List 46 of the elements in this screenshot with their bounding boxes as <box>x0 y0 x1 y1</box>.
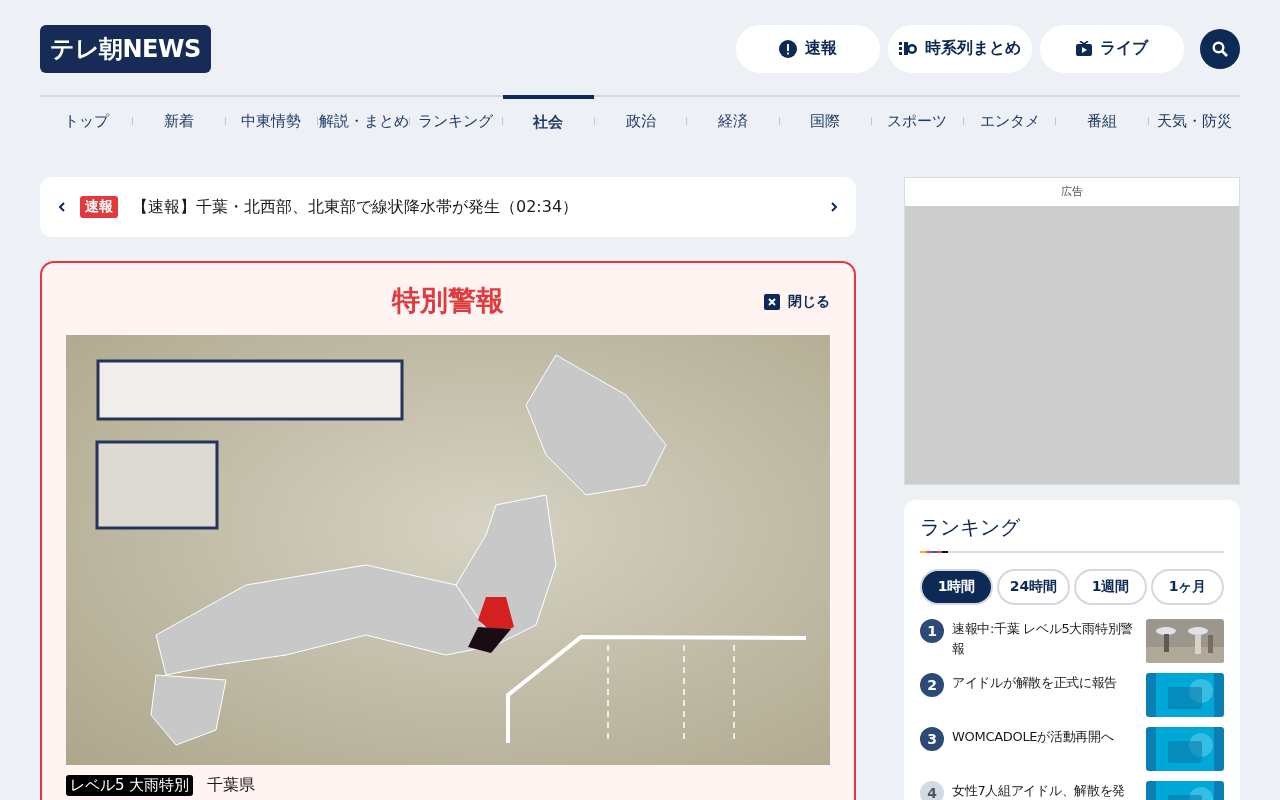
nav-tab[interactable]: 社会 <box>502 95 594 147</box>
period-tab[interactable]: 1週間 <box>1074 569 1147 605</box>
nav-tab[interactable]: 天気・防災 <box>1148 95 1241 147</box>
period-tab[interactable]: 1時間 <box>920 569 993 605</box>
rank-number: 4 <box>920 781 944 800</box>
header-button[interactable]: 速報 <box>736 24 880 73</box>
ranking-headline[interactable]: 女性7人組アイドル、解散を発 <box>952 781 1138 800</box>
nav-tab[interactable]: 経済 <box>687 95 779 147</box>
rank-number: 2 <box>920 673 944 697</box>
accent-bar <box>920 551 948 553</box>
nav-tab[interactable]: 政治 <box>594 95 687 147</box>
ranking-headline[interactable]: 速報中:千葉 レベル5大雨特別警報 <box>952 619 1138 663</box>
nav-tab[interactable]: ランキング <box>410 95 502 147</box>
level-tag: レベル5 大雨特別 <box>66 775 194 796</box>
alert-title: 特別警報 <box>392 283 504 319</box>
nav-tab[interactable]: エンタメ <box>964 95 1056 147</box>
nav-tab[interactable]: 解説・まとめ <box>317 95 410 147</box>
period-tab[interactable]: 24時間 <box>997 569 1070 605</box>
close-button[interactable]: 閉じる <box>764 293 830 311</box>
breaking-headline[interactable]: 【速報】千葉・北西部、北東部で線状降水帯が発生（02:34） <box>132 196 816 218</box>
rank-number: 1 <box>920 619 944 643</box>
header-button[interactable]: ライブ <box>1040 24 1184 73</box>
nav-tab[interactable]: 番組 <box>1056 95 1148 147</box>
search-button[interactable] <box>1200 28 1240 69</box>
breaking-badge: 速報 <box>80 196 118 218</box>
nav-tab[interactable]: 国際 <box>779 95 871 147</box>
nav-tab[interactable]: 新着 <box>133 95 225 147</box>
nav-tab[interactable]: 中東情勢 <box>225 95 317 147</box>
close-icon <box>764 294 780 310</box>
previous-button[interactable] <box>58 202 66 212</box>
period-tab[interactable]: 1ヶ月 <box>1151 569 1224 605</box>
ranking-title: ランキング <box>920 514 1021 541</box>
list-icon <box>899 40 917 57</box>
alert-icon <box>779 39 797 58</box>
tv-icon <box>1076 40 1092 57</box>
site-logo[interactable]: テレ朝NEWS <box>40 24 211 73</box>
rank-number: 3 <box>920 727 944 751</box>
region-label: 千葉県 <box>207 775 256 796</box>
nav-tab[interactable]: トップ <box>40 95 133 147</box>
ranking-headline[interactable]: WOMCADOLEが活動再開へ <box>952 727 1138 771</box>
ad-label: 広告 <box>905 178 1239 206</box>
nav-tab[interactable]: スポーツ <box>871 95 964 147</box>
ranking-headline[interactable]: アイドルが解散を正式に報告 <box>952 673 1138 717</box>
search-icon <box>1212 40 1228 57</box>
next-button[interactable] <box>830 202 838 212</box>
header-button[interactable]: 時系列まとめ <box>888 24 1032 73</box>
